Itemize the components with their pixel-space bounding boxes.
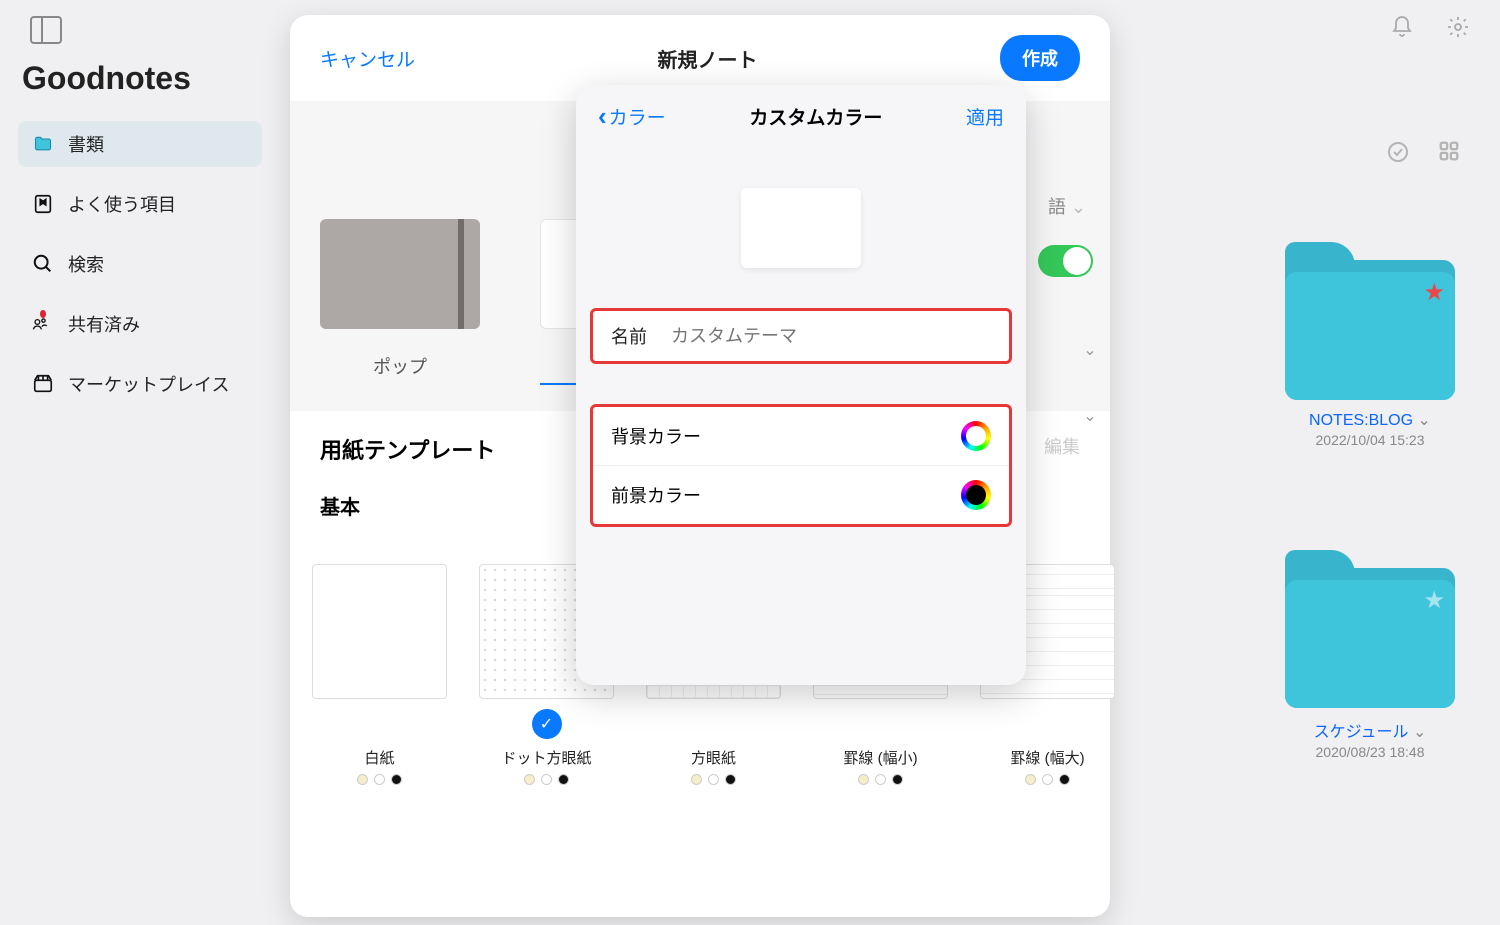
name-label: 名前 [611, 323, 647, 349]
color-wheel-icon[interactable] [961, 421, 991, 451]
sidebar-item-label: 共有済み [68, 311, 140, 337]
sidebar-item-favorites[interactable]: よく使う項目 [18, 181, 262, 227]
cover-category[interactable]: ポップ [320, 353, 480, 379]
folder-name[interactable]: NOTES:BLOG ⌄ [1309, 410, 1431, 430]
chevron-down-icon[interactable]: ⌄ [1070, 401, 1110, 431]
select-icon[interactable] [1386, 140, 1410, 170]
folder-name[interactable]: スケジュール ⌄ [1314, 718, 1427, 742]
modal-title: 新規ノート [658, 44, 758, 73]
chevron-left-icon: ‹ [598, 101, 607, 132]
sidebar-item-shared[interactable]: 共有済み [18, 301, 262, 347]
color-preview [741, 188, 861, 268]
name-input[interactable] [671, 326, 991, 347]
folder-item[interactable]: ★ NOTES:BLOG ⌄ 2022/10/04 15:23 [1285, 260, 1455, 448]
cancel-button[interactable]: キャンセル [320, 45, 415, 72]
folder-date: 2020/08/23 18:48 [1316, 744, 1425, 760]
grid-icon[interactable] [1438, 140, 1460, 170]
star-fav-icon[interactable]: ★ [1423, 278, 1445, 307]
sidebar-item-label: 検索 [68, 251, 104, 277]
sidebar-item-search[interactable]: 検索 [18, 241, 262, 287]
row-label: 背景カラー [611, 423, 701, 449]
badge-dot-icon [40, 310, 46, 318]
search-icon [32, 253, 54, 275]
apply-button[interactable]: 適用 [966, 103, 1004, 130]
popover-title: カスタムカラー [749, 103, 882, 130]
color-wheel-icon[interactable] [961, 480, 991, 510]
sidebar-item-label: よく使う項目 [68, 191, 176, 217]
fg-color-row[interactable]: 前景カラー [593, 466, 1009, 524]
star-icon[interactable]: ★ [1423, 586, 1445, 615]
folder-icon: ★ [1285, 568, 1455, 708]
template-blank[interactable]: 白紙 [312, 564, 447, 785]
folder-icon: ★ [1285, 260, 1455, 400]
app-title: Goodnotes [22, 60, 258, 97]
cover-thumb[interactable] [320, 219, 480, 329]
share-icon [32, 313, 54, 335]
name-field-highlight: 名前 [590, 308, 1012, 364]
folder-icon [32, 133, 54, 155]
sidebar-item-label: 書類 [68, 131, 104, 157]
bg-color-row[interactable]: 背景カラー [593, 407, 1009, 466]
color-list-highlight: 背景カラー 前景カラー [590, 404, 1012, 527]
folder-item[interactable]: ★ スケジュール ⌄ 2020/08/23 18:48 [1285, 568, 1455, 760]
custom-color-popover: ‹カラー カスタムカラー 適用 名前 背景カラー 前景カラー [576, 85, 1026, 685]
sidebar-item-label: マーケットプレイス [68, 371, 229, 397]
gear-icon[interactable] [1446, 15, 1470, 45]
store-icon [32, 373, 54, 395]
back-button[interactable]: ‹カラー [598, 101, 666, 132]
create-button[interactable]: 作成 [1000, 35, 1080, 81]
row-label: 前景カラー [611, 482, 701, 508]
sidebar-item-marketplace[interactable]: マーケットプレイス [18, 361, 262, 407]
chevron-down-icon[interactable]: ⌄ [1070, 335, 1110, 365]
toggle-switch[interactable] [1038, 245, 1093, 277]
section-title: 用紙テンプレート [320, 433, 495, 465]
check-icon: ✓ [532, 709, 562, 739]
language-row[interactable]: 語 ⌄ [1048, 193, 1086, 219]
sidebar-item-documents[interactable]: 書類 [18, 121, 262, 167]
folder-date: 2022/10/04 15:23 [1316, 432, 1425, 448]
star-icon [32, 193, 54, 215]
sidebar-toggle-icon[interactable] [30, 16, 62, 44]
bell-icon[interactable] [1390, 15, 1414, 45]
edit-button[interactable]: 編集 [1044, 433, 1080, 465]
